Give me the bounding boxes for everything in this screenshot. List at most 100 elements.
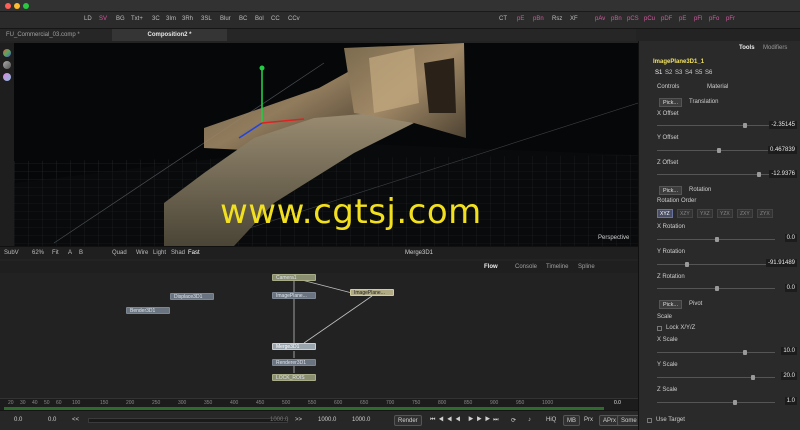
- toolbar-item-txt[interactable]: Txt+: [131, 16, 143, 22]
- stereo-tab[interactable]: S4: [685, 70, 692, 76]
- hiq-button[interactable]: HiQ: [546, 417, 556, 423]
- pivot-pick-button[interactable]: Pick...: [659, 300, 682, 309]
- y-scale-slider[interactable]: [657, 375, 775, 380]
- rotation-order-zyx[interactable]: ZYX: [757, 209, 773, 218]
- zoom-value[interactable]: 62%: [32, 250, 44, 256]
- toolbar-item-pfl[interactable]: pFl: [694, 16, 702, 22]
- slider-knob[interactable]: [757, 172, 761, 177]
- lock-xyz-checkbox[interactable]: [657, 326, 662, 331]
- toolbar-item-pdf[interactable]: pDF: [661, 16, 672, 22]
- toolbar-item-bg[interactable]: BG: [116, 16, 125, 22]
- rotation-order-xzy[interactable]: XZY: [677, 209, 693, 218]
- global-end-field[interactable]: 1000.0: [352, 417, 370, 423]
- range-scrubber[interactable]: [88, 418, 288, 423]
- audio-icon[interactable]: ♪: [528, 417, 531, 423]
- toolbar-item-pfr[interactable]: pFr: [726, 16, 735, 22]
- toolbar-item-pcs[interactable]: pCS: [627, 16, 639, 22]
- toolbar-item-pbn[interactable]: pBn: [533, 16, 544, 22]
- mb-button[interactable]: MB: [563, 415, 580, 426]
- node-merge[interactable]: Merge3D1: [272, 343, 316, 350]
- toolbar-item-pav[interactable]: pAv: [595, 16, 605, 22]
- fast-button[interactable]: Fast: [188, 250, 200, 256]
- grey-sphere-icon[interactable]: [3, 61, 11, 69]
- node-imageplane-b[interactable]: ImagePlane...: [350, 289, 394, 296]
- tab-tools[interactable]: Tools: [739, 45, 755, 51]
- toolbar-item-3rh[interactable]: 3Rh: [182, 16, 193, 22]
- z-offset-value[interactable]: -12.9376: [769, 170, 797, 178]
- tab-fu-commercial[interactable]: FU_Commercial_03.comp *: [0, 29, 110, 41]
- y-rotation-value[interactable]: -91.91489: [765, 259, 797, 267]
- use-target-checkbox[interactable]: [647, 418, 652, 423]
- z-scale-slider[interactable]: [657, 400, 775, 405]
- rotation-order-zxy[interactable]: ZXY: [737, 209, 753, 218]
- translation-pick-button[interactable]: Pick...: [659, 98, 682, 107]
- node-camera[interactable]: Camera1: [272, 274, 316, 281]
- slider-knob[interactable]: [743, 123, 747, 128]
- x-scale-slider[interactable]: [657, 350, 775, 355]
- toolbar-item-xf[interactable]: XF: [570, 16, 578, 22]
- tab-composition2[interactable]: Composition2 *: [112, 29, 227, 41]
- toolbar-item-ct[interactable]: CT: [499, 16, 507, 22]
- z-rotation-value[interactable]: 0.0: [784, 284, 797, 292]
- node-lock-rois[interactable]: LOCK_ROIS: [272, 374, 316, 381]
- toolbar-item-bc[interactable]: BC: [239, 16, 247, 22]
- loop-icon[interactable]: ⟳: [511, 417, 516, 424]
- toolbar-item-ccv[interactable]: CCv: [288, 16, 300, 22]
- rotation-order-yxz[interactable]: YXZ: [697, 209, 713, 218]
- light-sphere-icon[interactable]: [3, 73, 11, 81]
- a-buffer-button[interactable]: A: [68, 250, 72, 256]
- z-scale-value[interactable]: 1.0: [784, 397, 797, 405]
- toolbar-item-3im[interactable]: 3Im: [166, 16, 176, 22]
- color-sphere-icon[interactable]: [3, 49, 11, 57]
- subv-button[interactable]: SubV: [4, 250, 19, 256]
- tab-console[interactable]: Console: [515, 264, 537, 270]
- tab-material[interactable]: Material: [707, 84, 728, 90]
- stereo-tab[interactable]: S2: [665, 70, 672, 76]
- x-scale-value[interactable]: 10.0: [781, 347, 797, 355]
- toolbar-item-rsz[interactable]: Rsz: [552, 16, 562, 22]
- zoom-window-icon[interactable]: [23, 3, 29, 9]
- close-window-icon[interactable]: [5, 3, 11, 9]
- toolbar-item-ld[interactable]: LD: [84, 16, 92, 22]
- tab-spline[interactable]: Spline: [578, 264, 595, 270]
- toolbar-item-bol[interactable]: Bol: [255, 16, 264, 22]
- rotation-order-xyz[interactable]: XYZ: [657, 209, 673, 218]
- x-rotation-slider[interactable]: [657, 237, 775, 242]
- minimize-window-icon[interactable]: [14, 3, 20, 9]
- playback-controls[interactable]: ⏮◀◀◀ ▶▶▶⏭: [430, 417, 502, 424]
- y-rotation-slider[interactable]: [657, 262, 775, 267]
- toolbar-item-pbn2[interactable]: pBn: [611, 16, 622, 22]
- rotation-pick-button[interactable]: Pick...: [659, 186, 682, 195]
- current-frame-field[interactable]: 0.0: [48, 417, 56, 423]
- start-frame-field[interactable]: 0.0: [14, 417, 22, 423]
- x-offset-value[interactable]: -2.35145: [769, 121, 797, 129]
- render-button[interactable]: Render: [394, 415, 422, 426]
- render-end-field[interactable]: 1000.0: [318, 417, 336, 423]
- nav-prev-button[interactable]: <<: [72, 417, 79, 423]
- range-end-field[interactable]: 1000.0: [270, 417, 288, 423]
- toolbar-item-pcu[interactable]: pCu: [644, 16, 655, 22]
- y-scale-value[interactable]: 20.0: [781, 372, 797, 380]
- tab-modifiers[interactable]: Modifiers: [763, 45, 787, 51]
- timeline-ruler[interactable]: 20 30 40 50 60 100 150 200 250 300 350 4…: [0, 398, 638, 410]
- stereo-tab[interactable]: S3: [675, 70, 682, 76]
- tab-timeline[interactable]: Timeline: [546, 264, 568, 270]
- tab-flow[interactable]: Flow: [484, 264, 498, 270]
- toolbar-item-blur[interactable]: Blur: [220, 16, 231, 22]
- slider-knob[interactable]: [717, 148, 721, 153]
- slider-knob[interactable]: [733, 400, 737, 405]
- y-offset-slider[interactable]: [657, 148, 775, 153]
- slider-knob[interactable]: [685, 262, 689, 267]
- toolbar-item-sv[interactable]: SV: [99, 16, 107, 22]
- toolbar-item-cc[interactable]: CC: [271, 16, 280, 22]
- shad-button[interactable]: Shad: [171, 250, 185, 256]
- node-bender[interactable]: Bender3D1: [126, 307, 170, 314]
- x-offset-slider[interactable]: [657, 123, 775, 128]
- slider-knob[interactable]: [743, 350, 747, 355]
- flow-editor[interactable]: Camera1 ImagePlane... ImagePlane... Disp…: [0, 273, 638, 398]
- wire-button[interactable]: Wire: [136, 250, 148, 256]
- toolbar-item-pe[interactable]: pE: [517, 16, 524, 22]
- b-buffer-button[interactable]: B: [79, 250, 83, 256]
- light-button[interactable]: Light: [153, 250, 166, 256]
- fit-button[interactable]: Fit: [52, 250, 59, 256]
